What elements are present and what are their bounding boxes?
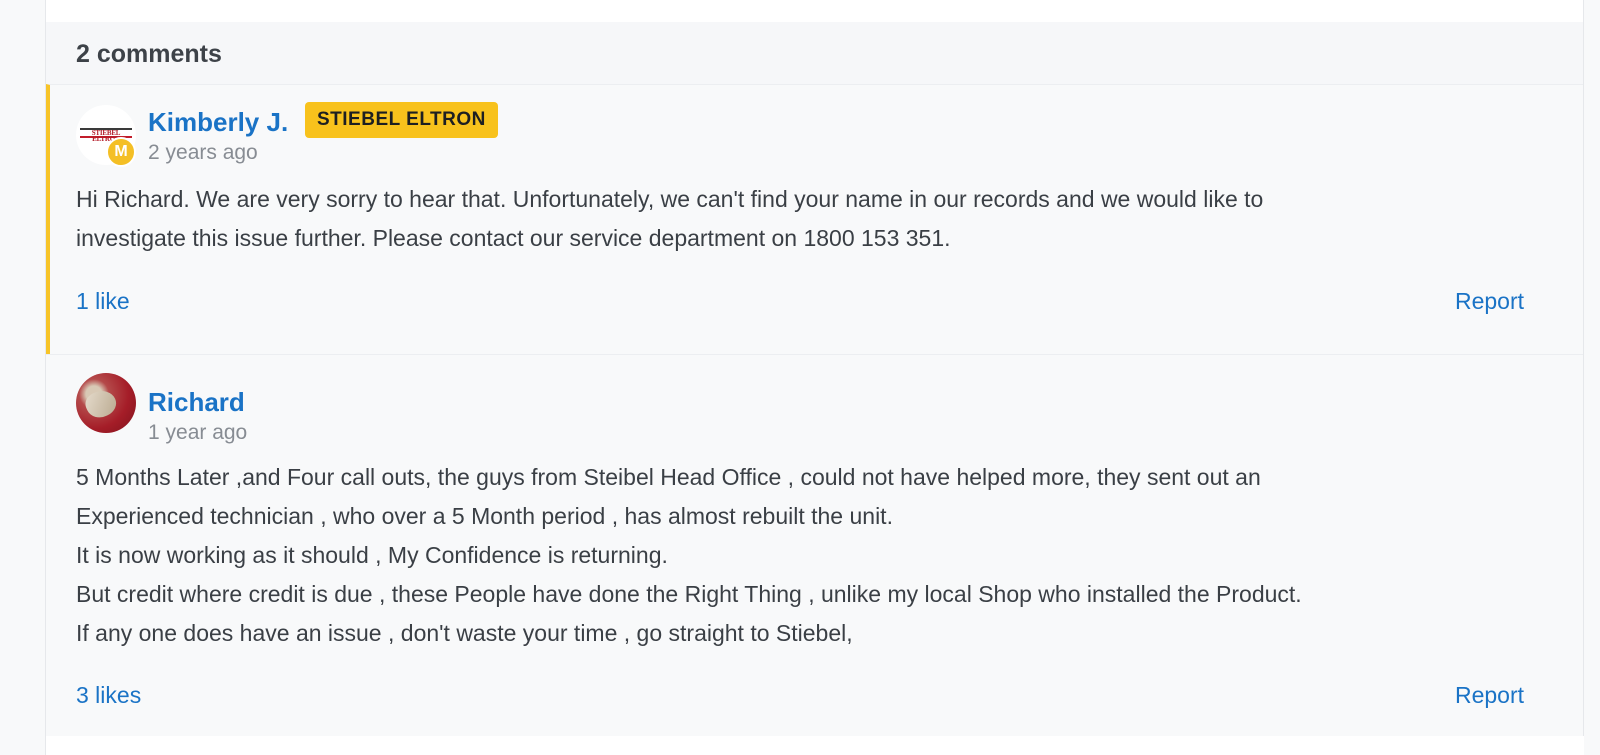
like-button[interactable]: 1 like [76,288,130,315]
comment-body: 5 Months Later ,and Four call outs, the … [76,458,1302,653]
moderator-badge-icon: M [106,137,136,167]
brand-badge: STIEBEL ELTRON [305,102,498,138]
comment-timestamp: 1 year ago [148,421,248,444]
user-photo-icon [81,385,121,423]
report-link[interactable]: Report [1455,288,1524,315]
comment-line: Hi Richard. We are very sorry to hear th… [76,186,1264,212]
right-divider [1583,0,1584,755]
page-bottom-area [46,736,1584,755]
comments-count-heading: 2 comments [76,40,222,68]
comment-line: 5 Months Later ,and Four call outs, the … [76,464,1261,490]
report-link[interactable]: Report [1455,682,1524,709]
comment-line: But credit where credit is due , these P… [76,581,1302,607]
author-name-link[interactable]: Richard [148,387,245,418]
comment-item: Richard 1 year ago 5 Months Later ,and F… [46,354,1583,738]
comment-line: investigate this issue further. Please c… [76,225,951,251]
comment-line: It is now working as it should , My Conf… [76,542,668,568]
comment-item: STIEBEL ELTRON M Kimberly J. STIEBEL ELT… [46,84,1583,354]
comment-line: If any one does have an issue , don't wa… [76,620,853,646]
comments-section: 2 comments STIEBEL ELTRON M Kimberly J. … [46,22,1583,738]
like-button[interactable]: 3 likes [76,682,141,709]
avatar[interactable]: STIEBEL ELTRON M [76,105,136,167]
page-top-area [46,0,1584,22]
comment-line: Experienced technician , who over a 5 Mo… [76,503,893,529]
comment-body: Hi Richard. We are very sorry to hear th… [76,180,1263,258]
comment-timestamp: 2 years ago [148,141,258,164]
author-name-link[interactable]: Kimberly J. [148,107,288,138]
avatar[interactable] [76,373,136,433]
